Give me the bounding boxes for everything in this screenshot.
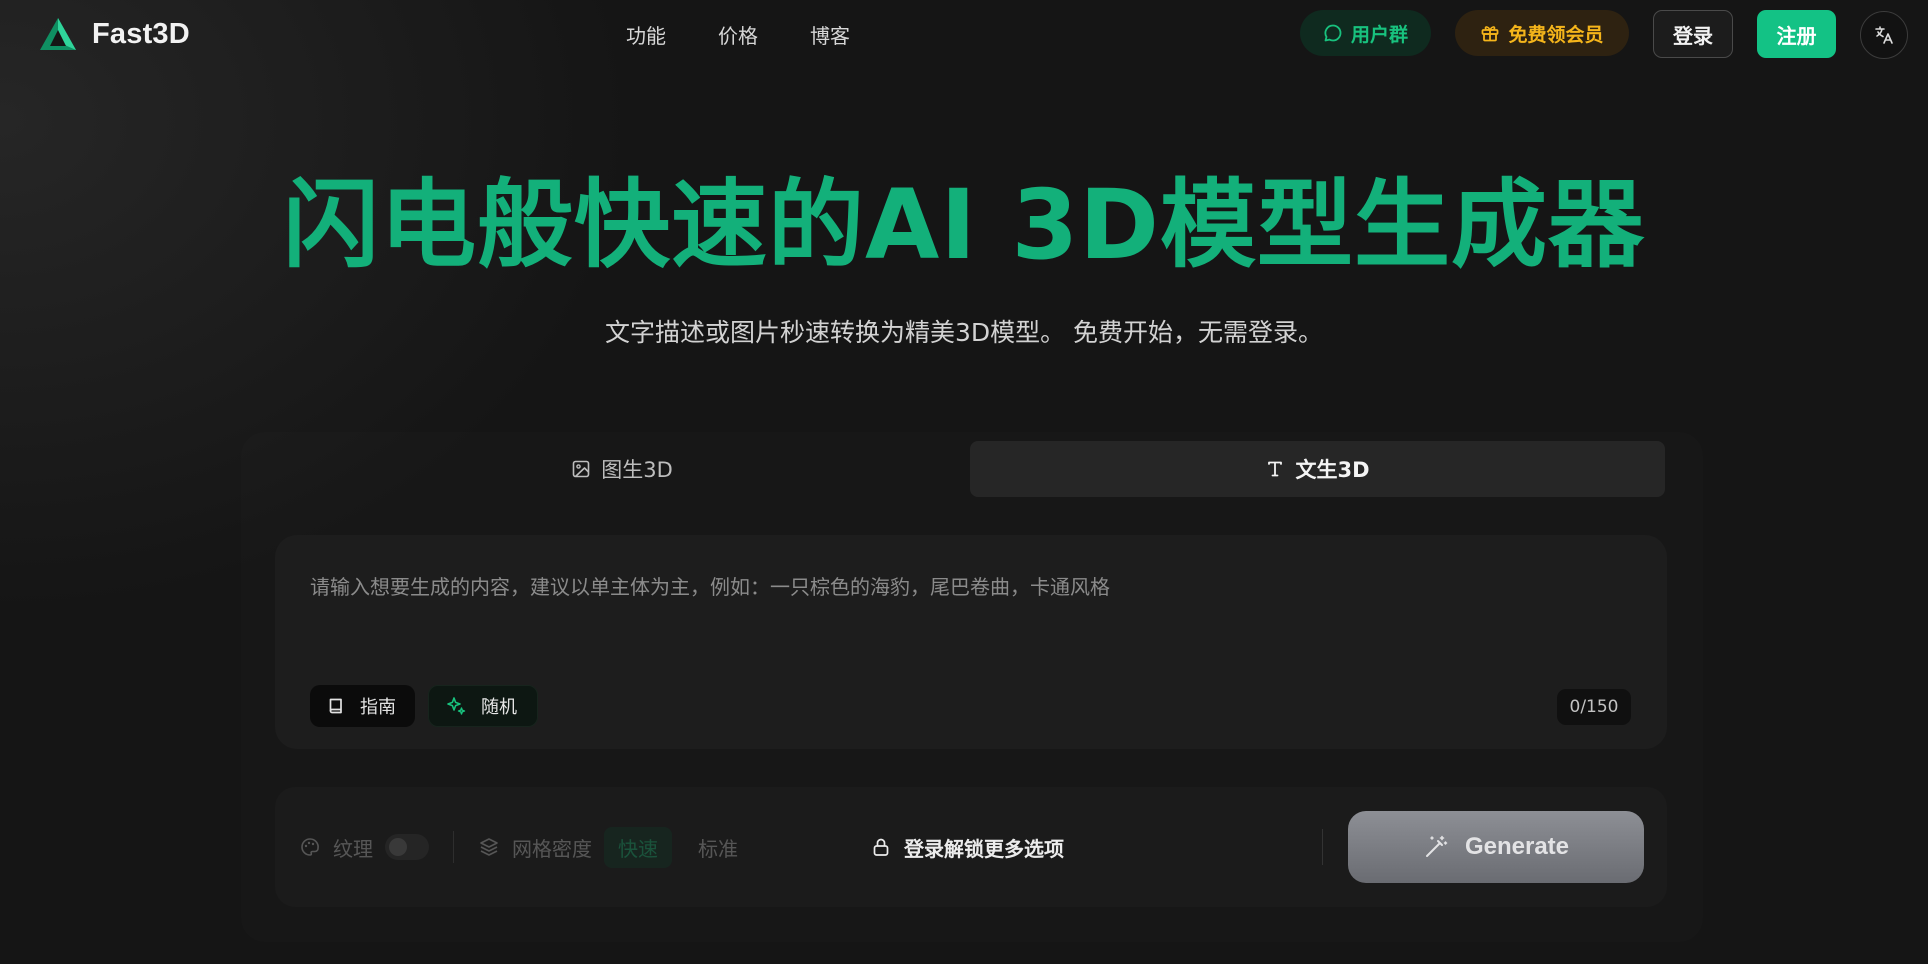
texture-toggle[interactable] <box>385 834 429 860</box>
char-counter: 0/150 <box>1557 689 1631 725</box>
mesh-density-label: 网格密度 <box>512 836 592 861</box>
mesh-fast-option[interactable]: 快速 <box>604 826 672 868</box>
free-vip-label: 免费领会员 <box>1508 23 1604 46</box>
locked-options: 纹理 网格密度 快速 标准 <box>299 823 752 871</box>
lock-icon <box>873 838 889 856</box>
brand-logo[interactable]: Fast3D <box>38 16 190 52</box>
language-switch-button[interactable] <box>1860 11 1908 59</box>
nav-link-pricing[interactable]: 价格 <box>718 20 758 49</box>
tab-text-to-3d-label: 文生3D <box>1295 458 1370 482</box>
mesh-standard-option[interactable]: 标准 <box>684 827 752 868</box>
options-divider <box>453 831 454 863</box>
layers-icon <box>480 838 498 856</box>
user-group-button[interactable]: 用户群 <box>1300 10 1431 56</box>
triangle-logo-icon <box>40 18 76 50</box>
tab-text-to-3d[interactable]: 文生3D <box>970 441 1665 497</box>
gift-icon <box>1482 26 1499 42</box>
random-button[interactable]: 随机 <box>428 685 538 727</box>
guide-label: 指南 <box>360 697 396 718</box>
prompt-textarea[interactable]: 请输入想要生成的内容，建议以单主体为主，例如：一只棕色的海豹，尾巴卷曲，卡通风格 <box>310 571 1610 600</box>
sparkles-icon <box>447 697 466 715</box>
mode-tabs: 图生3D 文生3D <box>275 441 1665 497</box>
image-icon <box>572 460 590 478</box>
nav-link-blog[interactable]: 博客 <box>810 20 850 49</box>
unlock-label: 登录解锁更多选项 <box>904 836 1064 861</box>
hero-subtitle: 文字描述或图片秒速转换为精美3D模型。 免费开始，无需登录。 <box>604 318 1324 347</box>
user-group-label: 用户群 <box>1350 23 1408 46</box>
signup-button[interactable]: 注册 <box>1757 10 1836 58</box>
options-card: 纹理 网格密度 快速 标准 登录解锁更多选项 Generate <box>275 787 1667 907</box>
generate-button[interactable]: Generate <box>1348 811 1644 883</box>
free-vip-button[interactable]: 免费领会员 <box>1455 10 1629 56</box>
generate-divider <box>1322 829 1323 865</box>
palette-icon <box>301 838 319 856</box>
nav-links: 功能 价格 博客 <box>626 20 850 49</box>
chat-bubble-icon <box>1324 24 1342 42</box>
brand-name: Fast3D <box>92 17 190 50</box>
texture-label: 纹理 <box>333 836 373 861</box>
book-icon <box>329 698 342 714</box>
login-unlock-link[interactable]: 登录解锁更多选项 <box>870 823 1064 871</box>
top-navbar: Fast3D 功能 价格 博客 用户群 免费领会员 登录 注册 <box>0 0 1928 68</box>
magic-wand-icon <box>1425 835 1448 857</box>
generate-label: Generate <box>1464 833 1570 860</box>
prompt-card: 请输入想要生成的内容，建议以单主体为主，例如：一只棕色的海豹，尾巴卷曲，卡通风格… <box>275 535 1667 749</box>
nav-link-features[interactable]: 功能 <box>626 20 666 49</box>
tab-image-to-3d[interactable]: 图生3D <box>275 441 969 497</box>
guide-button[interactable]: 指南 <box>310 685 415 727</box>
translate-icon <box>1875 26 1893 44</box>
login-button[interactable]: 登录 <box>1653 10 1733 58</box>
hero-title: 闪电般快速的AI 3D模型生成器 <box>283 169 1645 281</box>
random-label: 随机 <box>481 697 517 718</box>
text-icon <box>1268 461 1283 477</box>
tab-image-to-3d-label: 图生3D <box>601 458 673 482</box>
